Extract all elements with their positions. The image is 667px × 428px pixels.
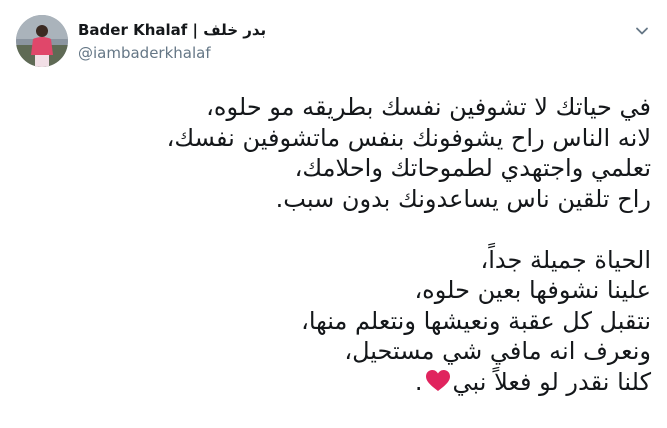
tweet-header: Bader Khalaf | بدر خلف @iambaderkhalaf [16, 15, 651, 75]
tweet-last-line-period: . [414, 367, 423, 396]
tweet-line: الحياة جميلة جداً، [480, 245, 651, 274]
tweet-text: في حياتك لا تشوفين نفسك بطريقه مو حلوه، … [16, 92, 651, 397]
red-heart-icon [425, 369, 451, 393]
handle[interactable]: @iambaderkhalaf [78, 42, 266, 64]
tweet-line: ونعرف انه مافي شي مستحيل، [344, 337, 651, 365]
tweet-line: علينا نشوفها بعين حلوه، [414, 276, 651, 304]
tweet-last-line-text: كلنا نقدر لو فعلاً نبي [452, 367, 651, 396]
display-name[interactable]: Bader Khalaf | بدر خلف [78, 19, 266, 41]
avatar[interactable] [16, 15, 68, 67]
tweet-line: تعلمي واجتهدي لطموحاتك واحلامك، [294, 154, 651, 182]
tweet-line: في حياتك لا تشوفين نفسك بطريقه مو حلوه، [206, 93, 651, 121]
tweet-line: نتقبل كل عقبة ونعيشها ونتعلم منها، [301, 306, 651, 335]
tweet-line: راح تلقين ناس يساعدونك بدون سبب. [275, 184, 651, 213]
chevron-down-icon[interactable] [633, 22, 651, 40]
tweet-line: لانه الناس راح يشوفونك بنفس ماتشوفين نفس… [166, 123, 651, 152]
tweet-last-line: كلنا نقدر لو فعلاً نبي. [16, 367, 651, 398]
